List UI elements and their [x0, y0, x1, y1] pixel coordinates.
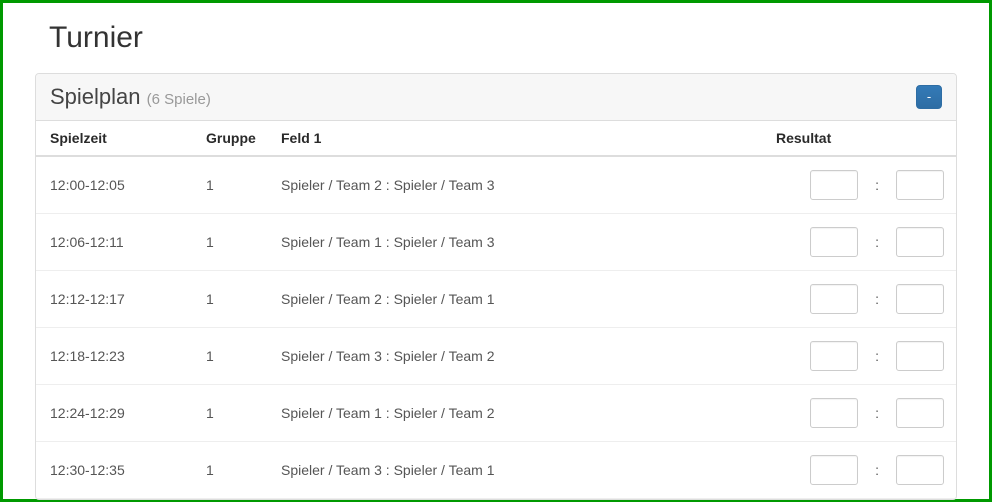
score-b-input[interactable] — [896, 227, 944, 257]
schedule-panel: Spielplan (6 Spiele) - Spielzeit Gruppe … — [35, 73, 957, 500]
cell-time: 12:30-12:35 — [36, 442, 196, 499]
cell-match: Spieler / Team 1 : Spieler / Team 2 — [271, 385, 766, 442]
cell-group: 1 — [196, 156, 271, 214]
cell-match: Spieler / Team 1 : Spieler / Team 3 — [271, 214, 766, 271]
table-header-row: Spielzeit Gruppe Feld 1 Resultat — [36, 121, 956, 156]
collapse-button[interactable]: - — [916, 85, 942, 109]
table-row: 12:18-12:23 1 Spieler / Team 3 : Spieler… — [36, 328, 956, 385]
cell-result: : — [766, 156, 956, 214]
table-row: 12:24-12:29 1 Spieler / Team 1 : Spieler… — [36, 385, 956, 442]
header-group: Gruppe — [196, 121, 271, 156]
score-b-input[interactable] — [896, 170, 944, 200]
score-b-input[interactable] — [896, 341, 944, 371]
panel-count: (6 Spiele) — [147, 91, 211, 108]
cell-time: 12:24-12:29 — [36, 385, 196, 442]
header-field: Feld 1 — [271, 121, 766, 156]
cell-group: 1 — [196, 442, 271, 499]
cell-group: 1 — [196, 385, 271, 442]
header-time: Spielzeit — [36, 121, 196, 156]
cell-result: : — [766, 442, 956, 499]
cell-time: 12:12-12:17 — [36, 271, 196, 328]
header-result: Resultat — [766, 121, 956, 156]
cell-time: 12:06-12:11 — [36, 214, 196, 271]
cell-time: 12:00-12:05 — [36, 156, 196, 214]
cell-result: : — [766, 271, 956, 328]
cell-group: 1 — [196, 328, 271, 385]
table-row: 12:30-12:35 1 Spieler / Team 3 : Spieler… — [36, 442, 956, 499]
cell-group: 1 — [196, 214, 271, 271]
score-a-input[interactable] — [810, 284, 858, 314]
score-a-input[interactable] — [810, 341, 858, 371]
score-b-input[interactable] — [896, 398, 944, 428]
score-b-input[interactable] — [896, 284, 944, 314]
page-title: Turnier — [49, 21, 959, 55]
table-row: 12:06-12:11 1 Spieler / Team 1 : Spieler… — [36, 214, 956, 271]
score-colon: : — [862, 405, 892, 421]
cell-match: Spieler / Team 2 : Spieler / Team 3 — [271, 156, 766, 214]
score-colon: : — [862, 234, 892, 250]
cell-match: Spieler / Team 3 : Spieler / Team 2 — [271, 328, 766, 385]
score-b-input[interactable] — [896, 455, 944, 485]
schedule-table: Spielzeit Gruppe Feld 1 Resultat 12:00-1… — [36, 121, 956, 499]
cell-time: 12:18-12:23 — [36, 328, 196, 385]
score-a-input[interactable] — [810, 398, 858, 428]
score-a-input[interactable] — [810, 170, 858, 200]
cell-result: : — [766, 385, 956, 442]
score-colon: : — [862, 462, 892, 478]
cell-result: : — [766, 328, 956, 385]
panel-heading: Spielplan (6 Spiele) - — [36, 74, 956, 121]
table-row: 12:12-12:17 1 Spieler / Team 2 : Spieler… — [36, 271, 956, 328]
score-colon: : — [862, 291, 892, 307]
cell-result: : — [766, 214, 956, 271]
score-colon: : — [862, 348, 892, 364]
panel-title: Spielplan (6 Spiele) — [50, 84, 211, 110]
score-a-input[interactable] — [810, 455, 858, 485]
score-a-input[interactable] — [810, 227, 858, 257]
table-row: 12:00-12:05 1 Spieler / Team 2 : Spieler… — [36, 156, 956, 214]
panel-title-text: Spielplan — [50, 84, 141, 109]
cell-match: Spieler / Team 2 : Spieler / Team 1 — [271, 271, 766, 328]
cell-match: Spieler / Team 3 : Spieler / Team 1 — [271, 442, 766, 499]
score-colon: : — [862, 177, 892, 193]
cell-group: 1 — [196, 271, 271, 328]
